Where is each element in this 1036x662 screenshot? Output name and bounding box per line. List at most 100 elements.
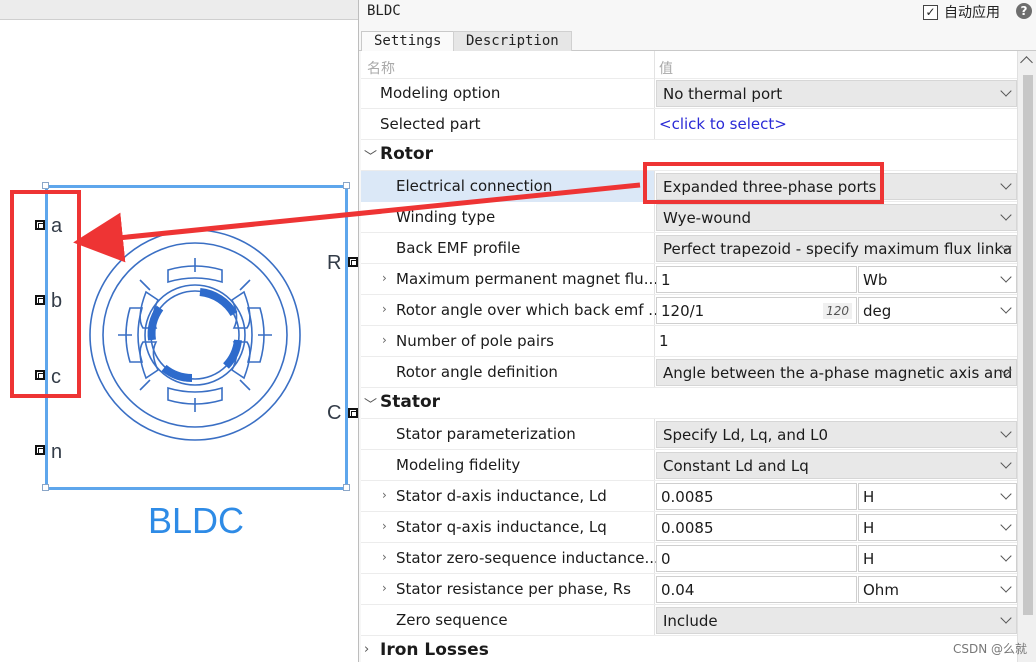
dropdown-value: Constant Ld and Lq bbox=[663, 457, 809, 475]
chevron-right-icon[interactable]: › bbox=[382, 271, 387, 285]
question-icon[interactable]: ? bbox=[1016, 3, 1032, 19]
back-emf-profile-dropdown[interactable]: Perfect trapezoid - specify maximum flux… bbox=[656, 235, 1017, 262]
unit-value: H bbox=[863, 519, 875, 537]
scrollbar-thumb[interactable] bbox=[1023, 75, 1033, 615]
l0-unit-dropdown[interactable]: H bbox=[858, 545, 1017, 572]
vertical-scrollbar[interactable] bbox=[1017, 51, 1036, 662]
grid-header: 名称 值 bbox=[361, 51, 1017, 79]
row-selected-part[interactable]: Selected part <click to select> bbox=[361, 109, 1017, 140]
port-label-c-mech: C bbox=[327, 402, 342, 424]
row-lq[interactable]: › Stator q-axis inductance, Lq 0.0085 H bbox=[361, 512, 1017, 543]
resize-handle-tl[interactable] bbox=[42, 182, 49, 189]
resize-handle-tr[interactable] bbox=[343, 182, 350, 189]
row-label: Stator resistance per phase, Rs bbox=[396, 580, 631, 598]
unit-value: deg bbox=[863, 302, 892, 320]
chevron-right-icon[interactable]: › bbox=[364, 642, 369, 657]
rotor-angle-definition-dropdown[interactable]: Angle between the a-phase magnetic axis … bbox=[656, 359, 1017, 386]
highlight-box-ports bbox=[10, 190, 81, 398]
row-modeling-option[interactable]: Modeling option No thermal port bbox=[361, 78, 1017, 109]
property-inspector: BLDC ✓ 自动应用 ? Settings Description 名称 值 … bbox=[358, 0, 1036, 662]
row-zero-sequence[interactable]: Zero sequence Include bbox=[361, 605, 1017, 636]
rotor-angle-unit-dropdown[interactable]: deg bbox=[858, 297, 1017, 324]
section-iron-losses[interactable]: › Iron Losses bbox=[361, 636, 1017, 662]
tab-description[interactable]: Description bbox=[453, 31, 572, 52]
l0-input[interactable]: 0 bbox=[656, 545, 857, 572]
block-name-label[interactable]: BLDC bbox=[148, 500, 244, 542]
section-stator[interactable]: ﹀ Stator bbox=[361, 388, 1017, 419]
ld-unit-dropdown[interactable]: H bbox=[858, 483, 1017, 510]
chevron-down-icon[interactable]: ﹀ bbox=[364, 394, 377, 413]
row-rs[interactable]: › Stator resistance per phase, Rs 0.04 O… bbox=[361, 574, 1017, 605]
ld-input[interactable]: 0.0085 bbox=[656, 483, 857, 510]
auto-apply-toggle[interactable]: ✓ 自动应用 bbox=[923, 2, 1000, 22]
chevron-down-icon bbox=[1000, 178, 1012, 190]
port-c-mech[interactable] bbox=[348, 408, 358, 418]
row-ld[interactable]: › Stator d-axis inductance, Ld 0.0085 H bbox=[361, 481, 1017, 512]
dropdown-value: Specify Ld, Lq, and L0 bbox=[663, 426, 829, 444]
row-label: Selected part bbox=[380, 115, 481, 133]
unit-value: H bbox=[863, 550, 875, 568]
row-label: Winding type bbox=[396, 208, 496, 226]
chevron-right-icon[interactable]: › bbox=[382, 488, 387, 502]
chevron-down-icon bbox=[1000, 612, 1012, 624]
modeling-option-dropdown[interactable]: No thermal port bbox=[656, 80, 1017, 107]
row-label: Rotor angle definition bbox=[396, 363, 558, 381]
row-l0[interactable]: › Stator zero-sequence inductance... 0 H bbox=[361, 543, 1017, 574]
winding-type-dropdown[interactable]: Wye-wound bbox=[656, 204, 1017, 231]
auto-apply-label: 自动应用 bbox=[944, 5, 1000, 21]
row-label: Stator d-axis inductance, Ld bbox=[396, 487, 607, 505]
rs-input[interactable]: 0.04 bbox=[656, 576, 857, 603]
modeling-fidelity-dropdown[interactable]: Constant Ld and Lq bbox=[656, 452, 1017, 479]
chevron-down-icon bbox=[1000, 85, 1012, 97]
chevron-down-icon bbox=[1000, 550, 1012, 562]
section-label: Rotor bbox=[380, 144, 433, 164]
chevron-right-icon[interactable]: › bbox=[382, 581, 387, 595]
row-rotor-angle-definition[interactable]: Rotor angle definition Angle between the… bbox=[361, 357, 1017, 388]
row-label: Rotor angle over which back emf ... bbox=[396, 301, 663, 319]
stator-parameterization-dropdown[interactable]: Specify Ld, Lq, and L0 bbox=[656, 421, 1017, 448]
unit-value: Wb bbox=[863, 271, 888, 289]
chevron-down-icon bbox=[1000, 581, 1012, 593]
pole-pairs-value[interactable]: 1 bbox=[659, 332, 669, 350]
chevron-right-icon[interactable]: › bbox=[382, 550, 387, 564]
row-winding-type[interactable]: Winding type Wye-wound bbox=[361, 202, 1017, 233]
scroll-up-icon[interactable] bbox=[1020, 56, 1033, 69]
tab-settings[interactable]: Settings bbox=[361, 31, 455, 52]
resize-handle-bl[interactable] bbox=[42, 484, 49, 491]
row-pole-pairs[interactable]: › Number of pole pairs 1 bbox=[361, 326, 1017, 357]
row-rotor-angle-back-emf[interactable]: › Rotor angle over which back emf ... 12… bbox=[361, 295, 1017, 326]
port-label-r: R bbox=[327, 252, 342, 274]
chevron-down-icon bbox=[1000, 302, 1012, 314]
chevron-down-icon[interactable]: ﹀ bbox=[364, 146, 377, 165]
row-label: Modeling fidelity bbox=[396, 456, 521, 474]
max-pm-flux-unit-dropdown[interactable]: Wb bbox=[858, 266, 1017, 293]
row-stator-parameterization[interactable]: Stator parameterization Specify Ld, Lq, … bbox=[361, 419, 1017, 450]
lq-unit-dropdown[interactable]: H bbox=[858, 514, 1017, 541]
chevron-right-icon[interactable]: › bbox=[382, 302, 387, 316]
click-to-select-link[interactable]: <click to select> bbox=[659, 115, 787, 133]
port-n[interactable] bbox=[35, 445, 45, 455]
chevron-right-icon[interactable]: › bbox=[382, 333, 387, 347]
auto-apply-checkbox[interactable]: ✓ bbox=[923, 4, 938, 20]
max-pm-flux-input[interactable]: 1 bbox=[656, 266, 857, 293]
name-column-header: 名称 bbox=[367, 61, 395, 77]
row-label: Zero sequence bbox=[396, 611, 508, 629]
chevron-right-icon[interactable]: › bbox=[382, 519, 387, 533]
highlight-box-electrical-connection bbox=[643, 162, 884, 204]
row-max-pm-flux[interactable]: › Maximum permanent magnet flu... 1 Wb bbox=[361, 264, 1017, 295]
rotor-angle-back-emf-input[interactable]: 120/1 120 bbox=[656, 297, 857, 324]
resize-handle-br[interactable] bbox=[343, 484, 350, 491]
rs-unit-dropdown[interactable]: Ohm bbox=[858, 576, 1017, 603]
lq-input[interactable]: 0.0085 bbox=[656, 514, 857, 541]
port-r[interactable] bbox=[348, 257, 358, 267]
zero-sequence-dropdown[interactable]: Include bbox=[656, 607, 1017, 634]
row-label: Back EMF profile bbox=[396, 239, 521, 257]
input-value: 120/1 bbox=[661, 302, 705, 320]
port-label-n: n bbox=[51, 441, 63, 463]
dropdown-value: Wye-wound bbox=[663, 209, 752, 227]
row-back-emf-profile[interactable]: Back EMF profile Perfect trapezoid - spe… bbox=[361, 233, 1017, 264]
row-modeling-fidelity[interactable]: Modeling fidelity Constant Ld and Lq bbox=[361, 450, 1017, 481]
tab-bar: Settings Description bbox=[359, 29, 1036, 52]
model-canvas[interactable]: a b c n R C BLDC bbox=[0, 0, 358, 662]
unit-value: Ohm bbox=[863, 581, 899, 599]
